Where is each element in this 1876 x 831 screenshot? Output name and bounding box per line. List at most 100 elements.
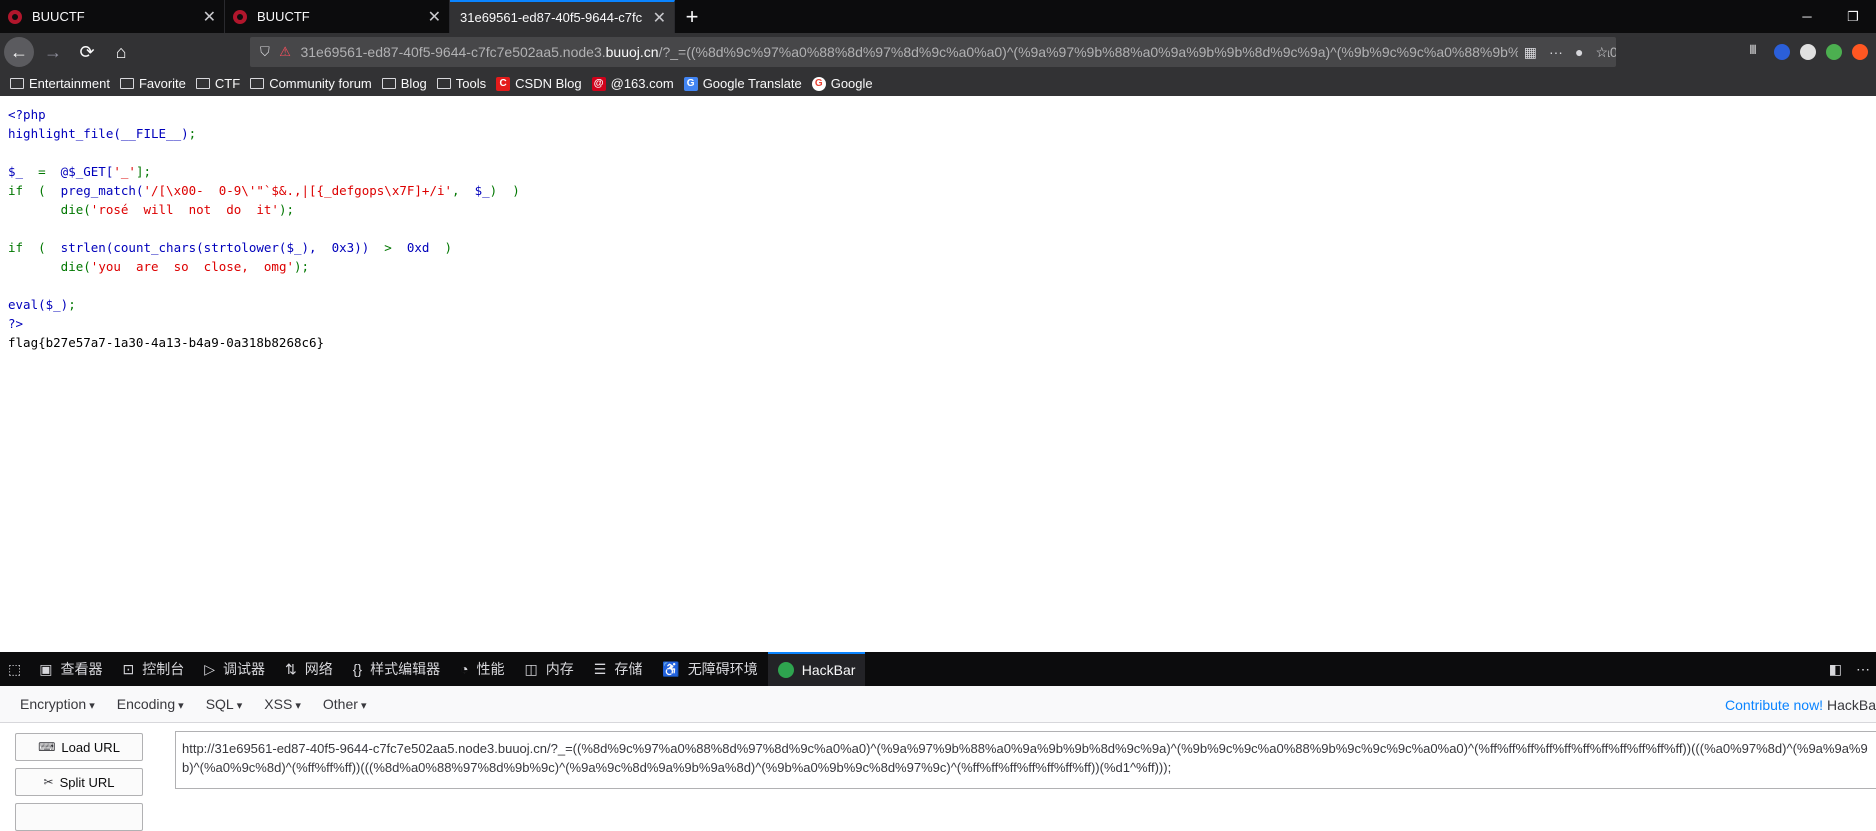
tab-strip: BUUCTF ✕ BUUCTF ✕ 31e69561-ed87-40f5-964…	[0, 0, 1876, 33]
folder-icon	[250, 78, 265, 89]
new-tab-button[interactable]: +	[675, 0, 709, 33]
close-tab-icon[interactable]: ✕	[428, 7, 441, 27]
memory-icon: ◫	[524, 660, 538, 677]
menu-other[interactable]: Other	[323, 696, 367, 712]
csdn-icon: C	[496, 76, 511, 91]
extension-green-icon[interactable]	[1826, 44, 1842, 60]
qr-code-icon[interactable]: ▦	[1524, 44, 1537, 61]
tab-storage[interactable]: ☰ 存储	[584, 652, 653, 686]
button-label: Load URL	[61, 739, 120, 755]
reload-button[interactable]: ⟳	[72, 37, 102, 67]
bookmark-label: Google Translate	[702, 76, 802, 91]
code-line: ?>	[8, 316, 24, 331]
bookmark-google-translate[interactable]: G Google Translate	[683, 76, 802, 91]
code-token: '/[\x00- 0-9\'"`$&.,|[{_defgops\x7F]+/i'	[143, 183, 453, 198]
code-token: preg_match(	[53, 183, 144, 198]
url-text[interactable]: 31e69561-ed87-40f5-9644-c7fc7e502aa5.nod…	[300, 44, 1616, 60]
devtools-tab-bar: ⬚ ▣ 查看器 ⊡ 控制台 ▷ 调试器 ⇅ 网络 {} 样式编辑器 ◔ 性能 ◫ 内存 ☰ 存储…	[0, 652, 1876, 686]
page-actions-icon[interactable]: ···	[1549, 44, 1563, 60]
code-token: ;	[188, 126, 197, 141]
bookmark-google[interactable]: G Google	[811, 76, 873, 91]
code-token: eval($_)	[8, 297, 69, 312]
performance-icon: ◔	[460, 661, 469, 677]
home-button[interactable]: ⌂	[106, 37, 136, 67]
element-picker-button[interactable]: ⬚	[0, 652, 29, 686]
close-tab-icon[interactable]: ✕	[653, 8, 666, 28]
insecure-connection-icon[interactable]: ⚠	[279, 44, 292, 60]
tab-performance[interactable]: ◔ 性能	[450, 652, 514, 686]
url-prefix: 31e69561-ed87-40f5-9644-c7fc7e502aa5.nod…	[300, 44, 606, 60]
bookmark-folder-entertainment[interactable]: Entertainment	[10, 76, 110, 91]
tab-console[interactable]: ⊡ 控制台	[112, 652, 194, 686]
code-token: )	[504, 183, 520, 198]
tab-debugger[interactable]: ▷ 调试器	[194, 652, 275, 686]
tab-label: 性能	[476, 661, 505, 677]
network-icon: ⇅	[284, 660, 297, 677]
tab-style-editor[interactable]: {} 样式编辑器	[343, 652, 450, 686]
folder-icon	[436, 78, 451, 89]
execute-button[interactable]	[15, 803, 143, 831]
tab-label: 调试器	[222, 661, 265, 677]
devtools-menu-icon[interactable]: ⋯	[1856, 661, 1870, 678]
element-picker-icon: ⬚	[8, 660, 22, 677]
back-button[interactable]: ←	[4, 37, 34, 67]
url-domain: buuoj.cn	[605, 44, 659, 60]
bookmark-folder-ctf[interactable]: CTF	[195, 76, 240, 91]
minimize-icon[interactable]: ─	[1784, 0, 1830, 33]
bookmark-folder-blog[interactable]: Blog	[381, 76, 427, 91]
contribute-link[interactable]: Contribute now! HackBa	[1725, 697, 1876, 713]
extension-orange-icon[interactable]	[1852, 44, 1868, 60]
close-tab-icon[interactable]: ✕	[203, 7, 216, 27]
hackbar-menu: Encryption Encoding SQL XSS Other	[0, 686, 1876, 723]
toolbar-right: 𝍫	[1742, 37, 1876, 67]
library-icon[interactable]: 𝍫	[1742, 41, 1764, 63]
tab-memory[interactable]: ◫ 内存	[515, 652, 584, 686]
menu-encoding[interactable]: Encoding	[117, 696, 184, 712]
button-label: Split URL	[59, 774, 115, 790]
dock-layout-icon[interactable]: ◧	[1829, 661, 1842, 678]
tracking-protection-icon[interactable]: ⛉	[260, 44, 273, 60]
split-url-button[interactable]: ✂ Split URL	[15, 768, 143, 796]
code-token: ,	[452, 183, 468, 198]
code-token: (	[30, 183, 54, 198]
code-token: if	[8, 240, 31, 255]
browser-tab[interactable]: BUUCTF ✕	[225, 0, 450, 33]
bookmark-label: Community forum	[269, 76, 372, 91]
bookmarks-toolbar: Entertainment Favorite CTF Community for…	[0, 71, 1876, 96]
menu-sql[interactable]: SQL	[206, 696, 243, 712]
style-editor-icon: {}	[352, 661, 363, 677]
browser-tab[interactable]: BUUCTF ✕	[0, 0, 225, 33]
tab-network[interactable]: ⇅ 网络	[275, 652, 343, 686]
bookmark-star-icon[interactable]: ☆	[1595, 44, 1608, 61]
menu-encryption[interactable]: Encryption	[20, 696, 95, 712]
bookmark-folder-tools[interactable]: Tools	[436, 76, 486, 91]
restore-icon[interactable]: ❐	[1830, 0, 1876, 33]
load-url-button[interactable]: ⌨ Load URL	[15, 733, 143, 761]
bookmark-folder-favorite[interactable]: Favorite	[119, 76, 186, 91]
tab-hackbar[interactable]: HackBar	[767, 652, 866, 686]
tab-title: BUUCTF	[257, 9, 310, 24]
code-token: ];	[135, 164, 152, 179]
storage-icon: ☰	[593, 660, 607, 677]
forward-button[interactable]: →	[38, 37, 68, 67]
bookmark-label: Entertainment	[29, 76, 110, 91]
address-bar[interactable]: ⛉ ⚠ 31e69561-ed87-40f5-9644-c7fc7e502aa5…	[250, 37, 1616, 67]
bookmark-163-mail[interactable]: @ @163.com	[591, 76, 674, 91]
menu-xss[interactable]: XSS	[264, 696, 301, 712]
tab-label: 样式编辑器	[370, 661, 441, 677]
code-token: )	[437, 240, 453, 255]
extension-defa-icon[interactable]	[1774, 44, 1790, 60]
code-token: die(	[8, 202, 91, 217]
tab-inspector[interactable]: ▣ 查看器	[29, 652, 112, 686]
bookmark-csdn-blog[interactable]: C CSDN Blog	[496, 76, 582, 91]
code-token: =	[30, 164, 54, 179]
browser-tab-active[interactable]: 31e69561-ed87-40f5-9644-c7fc ✕	[450, 0, 675, 33]
hackbar-url-input[interactable]: http://31e69561-ed87-40f5-9644-c7fc7e502…	[175, 731, 1876, 789]
code-token: )	[489, 183, 505, 198]
bookmark-folder-community-forum[interactable]: Community forum	[250, 76, 372, 91]
code-token: 'you are so close, omg'	[90, 259, 294, 274]
extension-icon[interactable]: ●	[1575, 44, 1583, 60]
page-content: <?php highlight_file(__FILE__); $_ = @$_…	[0, 96, 1876, 652]
extension-colorful-icon[interactable]	[1800, 44, 1816, 60]
tab-accessibility[interactable]: ♿ 无障碍环境	[652, 652, 767, 686]
